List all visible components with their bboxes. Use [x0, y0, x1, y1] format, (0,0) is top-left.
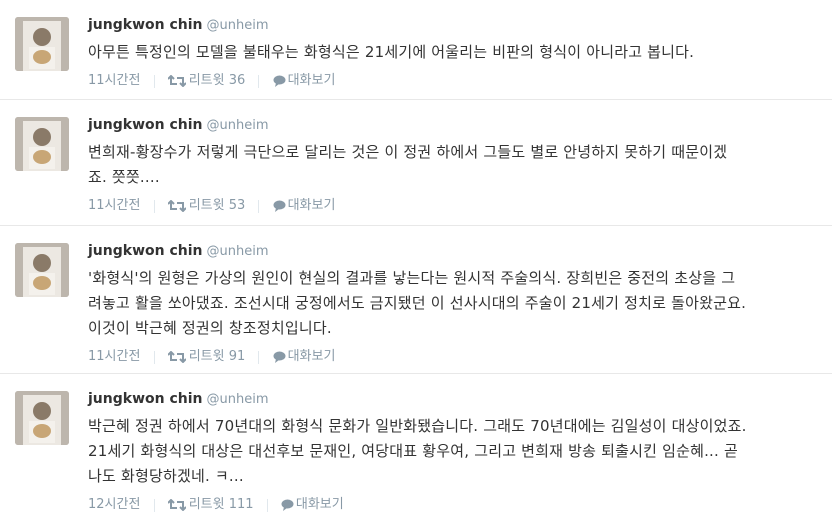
tweet[interactable]: jungkwon chin @unheim '화형식'의 원형은 가상의 원인이 …: [0, 226, 832, 374]
view-conversation-button[interactable]: 대화보기: [273, 196, 336, 216]
tweet[interactable]: jungkwon chin @unheim 아무튼 특정인의 모델을 불태우는 화…: [0, 0, 832, 100]
reply-label: 대화보기: [287, 73, 336, 88]
tweet-header: jungkwon chin @unheim: [88, 240, 826, 260]
tweet-actions: 12시간전 리트윗 111 대화보기: [88, 495, 826, 515]
view-conversation-button[interactable]: 대화보기: [273, 71, 336, 91]
author-name[interactable]: jungkwon chin: [88, 391, 203, 407]
tweet-text-line: '화형식'의 원형은 가상의 원인이 현실의 결과를 낳는다는 원시적 주술의식…: [88, 269, 736, 287]
retweet-icon: [167, 74, 186, 87]
avatar[interactable]: [15, 117, 69, 171]
tweet-header: jungkwon chin @unheim: [88, 14, 826, 34]
retweet-label: 리트윗: [188, 349, 225, 364]
divider: [153, 199, 155, 213]
author-name[interactable]: jungkwon chin: [88, 17, 203, 33]
reply-label: 대화보기: [287, 198, 336, 213]
avatar[interactable]: [15, 17, 69, 71]
tweet-feed: jungkwon chin @unheim 아무튼 특정인의 모델을 불태우는 화…: [0, 0, 832, 520]
retweet-count: 53: [228, 198, 246, 213]
tweet-text-line: 변희재-황장수가 저렇게 극단으로 달리는 것은 이 정권 하에서 그들도 별로…: [88, 143, 728, 161]
divider: [266, 498, 268, 512]
tweet-text: 박근혜 정권 하에서 70년대의 화형식 문화가 일반화됐습니다. 그래도 70…: [88, 414, 826, 489]
retweet-button[interactable]: 리트윗 111: [167, 495, 254, 515]
tweet-actions: 11시간전 리트윗 53 대화보기: [88, 196, 826, 216]
tweet-text-line: 아무튼 특정인의 모델을 불태우는 화형식은 21세기에 어울리는 비판의 형식…: [88, 43, 695, 61]
retweet-label: 리트윗: [188, 198, 225, 213]
divider: [153, 498, 155, 512]
speech-bubble-icon: [273, 351, 286, 363]
tweet-text-line: 21세기 화형식의 대상은 대선후보 문재인, 여당대표 황우여, 그리고 변희…: [88, 442, 738, 460]
tweet-text-line: 려놓고 활을 쏘아댔죠. 조선시대 궁정에서도 금지됐던 이 선사시대의 주술이…: [88, 294, 747, 312]
tweet-text: 아무튼 특정인의 모델을 불태우는 화형식은 21세기에 어울리는 비판의 형식…: [88, 40, 826, 65]
retweet-icon: [167, 350, 186, 363]
timestamp-link[interactable]: 11시간전: [88, 347, 140, 367]
reply-label: 대화보기: [295, 497, 344, 512]
retweet-icon: [167, 199, 186, 212]
tweet[interactable]: jungkwon chin @unheim 변희재-황장수가 저렇게 극단으로 달…: [0, 100, 832, 226]
retweet-count: 91: [228, 349, 246, 364]
view-conversation-button[interactable]: 대화보기: [273, 347, 336, 367]
divider: [153, 350, 155, 364]
tweet-actions: 11시간전 리트윗 91 대화보기: [88, 347, 826, 367]
author-handle[interactable]: @unheim: [207, 118, 269, 133]
retweet-label: 리트윗: [188, 497, 225, 512]
author-name[interactable]: jungkwon chin: [88, 243, 203, 259]
divider: [258, 350, 260, 364]
speech-bubble-icon: [281, 499, 294, 511]
retweet-button[interactable]: 리트윗 53: [167, 196, 246, 216]
speech-bubble-icon: [273, 200, 286, 212]
tweet-header: jungkwon chin @unheim: [88, 114, 826, 134]
timestamp-link[interactable]: 11시간전: [88, 71, 140, 91]
divider: [258, 74, 260, 88]
retweet-icon: [167, 498, 186, 511]
avatar[interactable]: [15, 243, 69, 297]
author-handle[interactable]: @unheim: [207, 244, 269, 259]
tweet-text-line: 나도 화형당하겠네. ㅋ...: [88, 467, 244, 485]
tweet-text: 변희재-황장수가 저렇게 극단으로 달리는 것은 이 정권 하에서 그들도 별로…: [88, 140, 826, 190]
retweet-button[interactable]: 리트윗 36: [167, 71, 246, 91]
timestamp-link[interactable]: 12시간전: [88, 495, 140, 515]
author-name[interactable]: jungkwon chin: [88, 117, 203, 133]
tweet-text-line: 이것이 박근혜 정권의 창조정치입니다.: [88, 319, 332, 337]
avatar[interactable]: [15, 391, 69, 445]
divider: [258, 199, 260, 213]
tweet-text-line: 박근혜 정권 하에서 70년대의 화형식 문화가 일반화됐습니다. 그래도 70…: [88, 417, 747, 435]
reply-label: 대화보기: [287, 349, 336, 364]
retweet-button[interactable]: 리트윗 91: [167, 347, 246, 367]
speech-bubble-icon: [273, 75, 286, 87]
retweet-count: 111: [228, 497, 254, 512]
tweet-text: '화형식'의 원형은 가상의 원인이 현실의 결과를 낳는다는 원시적 주술의식…: [88, 266, 826, 341]
view-conversation-button[interactable]: 대화보기: [281, 495, 344, 515]
timestamp-link[interactable]: 11시간전: [88, 196, 140, 216]
retweet-label: 리트윗: [188, 73, 225, 88]
tweet[interactable]: jungkwon chin @unheim 박근혜 정권 하에서 70년대의 화형…: [0, 374, 832, 520]
tweet-actions: 11시간전 리트윗 36 대화보기: [88, 71, 826, 91]
divider: [153, 74, 155, 88]
retweet-count: 36: [228, 73, 246, 88]
tweet-header: jungkwon chin @unheim: [88, 388, 826, 408]
tweet-text-line: 죠. 쯧쯧....: [88, 168, 160, 186]
author-handle[interactable]: @unheim: [207, 18, 269, 33]
author-handle[interactable]: @unheim: [207, 392, 269, 407]
